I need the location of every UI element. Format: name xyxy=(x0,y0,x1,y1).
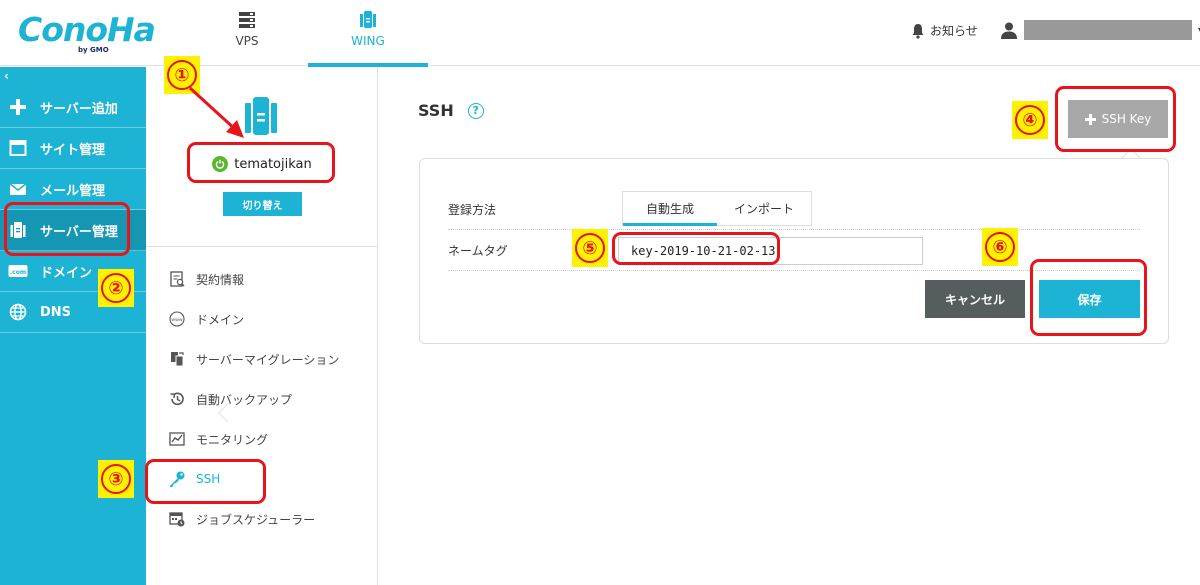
domain-icon: .com xyxy=(8,261,28,281)
svg-text:www: www xyxy=(171,318,183,323)
menu-item-domain[interactable]: www ドメイン xyxy=(146,299,378,339)
sidebar-item-label: サーバー管理 xyxy=(40,224,118,240)
nav-tab-label: WING xyxy=(351,34,385,48)
contract-icon xyxy=(168,270,186,288)
add-ssh-key-button[interactable]: SSH Key xyxy=(1068,100,1168,138)
server-summary: tematojikan 切り替え xyxy=(146,67,378,247)
migration-icon xyxy=(168,350,186,368)
key-icon xyxy=(168,470,186,488)
annotation-number: ⑤ xyxy=(575,233,605,263)
method-label: 登録方法 xyxy=(448,203,497,217)
user-menu[interactable]: ▾ xyxy=(1000,20,1200,40)
annotation-marker-5: ⑤ xyxy=(572,229,608,267)
page-title-text: SSH xyxy=(418,101,454,120)
sidebar-item-site[interactable]: サイト管理 xyxy=(0,128,146,169)
main-sidebar: ‹ サーバー追加 サイト管理 メール管理 サーバー管理 .com ドメイン DN… xyxy=(0,67,146,585)
menu-item-backup[interactable]: 自動バックアップ xyxy=(146,379,378,419)
annotation-number: ② xyxy=(101,273,131,303)
page-title: SSH ? xyxy=(418,101,484,120)
plus-icon xyxy=(8,97,28,117)
annotation-number: ① xyxy=(167,60,197,90)
cancel-button[interactable]: キャンセル xyxy=(925,280,1025,318)
conoha-logo[interactable]: ConoHa by GMO xyxy=(18,10,156,56)
wing-server-icon xyxy=(360,11,376,28)
annotation-marker-2: ② xyxy=(98,269,134,307)
monitoring-icon xyxy=(168,430,186,448)
nametag-label: ネームタグ xyxy=(448,244,508,258)
menu-item-label: 契約情報 xyxy=(196,272,245,287)
mail-icon xyxy=(8,179,28,199)
plus-icon xyxy=(1084,113,1096,125)
sidebar-item-label: サーバー追加 xyxy=(40,101,118,117)
add-ssh-key-label: SSH Key xyxy=(1101,112,1152,126)
annotation-number: ⑥ xyxy=(985,232,1015,262)
server-menu: 契約情報 www ドメイン サーバーマイグレーション 自動バックアップ モニタリ… xyxy=(146,259,378,539)
wing-server-icon xyxy=(245,97,277,135)
backup-icon xyxy=(168,390,186,408)
window-icon xyxy=(8,138,28,158)
server-subnav: tematojikan 切り替え 契約情報 www ドメイン サーバーマイグレー… xyxy=(146,67,378,585)
switch-server-button[interactable]: 切り替え xyxy=(223,192,302,216)
sidebar-item-mail[interactable]: メール管理 xyxy=(0,169,146,210)
ssh-key-form: 登録方法 自動生成 インポート ネームタグ キャンセル 保存 xyxy=(419,158,1169,344)
sidebar-item-label: DNS xyxy=(40,304,72,320)
menu-item-contract[interactable]: 契約情報 xyxy=(146,259,378,299)
sidebar-item-label: メール管理 xyxy=(40,183,106,199)
nametag-input[interactable] xyxy=(618,237,923,265)
scheduler-icon xyxy=(168,510,186,528)
row-divider xyxy=(448,229,1140,230)
globe-icon xyxy=(8,302,28,322)
user-icon xyxy=(1001,22,1017,39)
logo-text: ConoHa xyxy=(18,10,156,49)
sidebar-item-label: サイト管理 xyxy=(40,142,106,158)
menu-item-label: ジョブスケジューラー xyxy=(196,512,316,527)
row-divider xyxy=(448,270,1140,271)
user-name-redacted xyxy=(1024,20,1192,40)
sidebar-item-label: ドメイン xyxy=(40,265,93,281)
method-tabs: 自動生成 インポート xyxy=(622,191,812,226)
help-icon[interactable]: ? xyxy=(467,102,484,119)
annotation-number: ④ xyxy=(1015,105,1045,135)
server-icon xyxy=(8,220,28,240)
server-icon xyxy=(239,12,255,28)
menu-item-label: サーバーマイグレーション xyxy=(196,352,340,367)
menu-item-label: 自動バックアップ xyxy=(196,392,293,407)
menu-item-migration[interactable]: サーバーマイグレーション xyxy=(146,339,378,379)
annotation-marker-6: ⑥ xyxy=(982,228,1018,266)
menu-item-label: SSH xyxy=(196,472,221,486)
annotation-marker-3: ③ xyxy=(98,460,134,498)
nav-tab-label: VPS xyxy=(235,34,259,48)
server-name: tematojikan xyxy=(190,147,334,181)
annotation-marker-4: ④ xyxy=(1012,101,1048,139)
annotation-marker-1: ① xyxy=(164,56,200,94)
server-name-label: tematojikan xyxy=(234,156,312,172)
annotation-number: ③ xyxy=(101,464,131,494)
menu-item-scheduler[interactable]: ジョブスケジューラー xyxy=(146,499,378,539)
sidebar-item-server[interactable]: サーバー管理 xyxy=(0,210,146,251)
menu-item-monitoring[interactable]: モニタリング xyxy=(146,419,378,459)
sidebar-collapse-button[interactable]: ‹ xyxy=(0,67,146,87)
bell-icon xyxy=(912,23,924,39)
www-icon: www xyxy=(168,310,186,328)
power-icon xyxy=(212,156,229,172)
svg-text:.com: .com xyxy=(10,269,26,276)
menu-item-label: ドメイン xyxy=(196,312,245,327)
logo-sub: by GMO xyxy=(78,46,109,54)
notice-label: お知らせ xyxy=(930,24,978,38)
menu-item-ssh[interactable]: SSH xyxy=(146,459,378,499)
menu-item-label: モニタリング xyxy=(196,432,269,447)
nav-tab-wing[interactable]: WING xyxy=(308,0,428,67)
save-button[interactable]: 保存 xyxy=(1039,280,1140,318)
notice-link[interactable]: お知らせ xyxy=(910,22,978,39)
tab-auto-generate[interactable]: 自動生成 xyxy=(623,192,717,226)
tab-import[interactable]: インポート xyxy=(717,192,811,225)
sidebar-item-add-server[interactable]: サーバー追加 xyxy=(0,87,146,128)
nav-tab-vps[interactable]: VPS xyxy=(187,0,307,66)
